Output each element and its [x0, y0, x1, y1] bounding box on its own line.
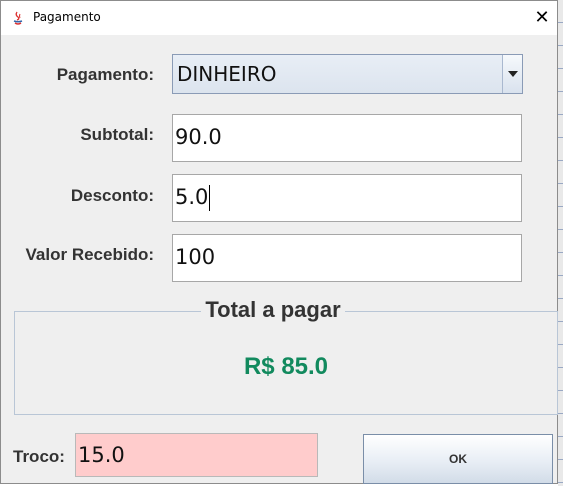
pagamento-select[interactable]: DINHEIRO [172, 54, 523, 94]
subtotal-value: 90.0 [175, 125, 222, 149]
desconto-value: 5.0 [175, 185, 209, 209]
title-bar: Pagamento ✕ [1, 1, 557, 35]
chevron-down-icon[interactable] [502, 55, 522, 93]
valor-recebido-field[interactable]: 100 [172, 234, 522, 282]
troco-value: 15.0 [78, 443, 125, 467]
desconto-field[interactable]: 5.0 [172, 174, 522, 222]
text-caret [209, 185, 211, 211]
window-title: Pagamento [33, 10, 101, 24]
close-button[interactable]: ✕ [529, 5, 555, 31]
payment-dialog: Pagamento ✕ Pagamento: DINHEIRO Subtotal… [0, 0, 558, 484]
background-window-strip [558, 0, 563, 486]
pagamento-selected-value: DINHEIRO [177, 62, 277, 86]
subtotal-label: Subtotal: [80, 125, 154, 144]
valor-recebido-value: 100 [175, 245, 216, 269]
desconto-label: Desconto: [70, 186, 154, 205]
subtotal-field[interactable]: 90.0 [172, 114, 522, 162]
troco-field[interactable]: 15.0 [75, 433, 318, 477]
ok-button[interactable]: OK [363, 434, 553, 484]
pagamento-label: Pagamento: [56, 65, 154, 84]
troco-label: Troco: [13, 447, 65, 466]
valor-recebido-label: Valor Recebido: [25, 245, 154, 264]
java-icon [13, 11, 23, 25]
total-title: Total a pagar [1, 297, 545, 323]
total-value: R$ 85.0 [243, 353, 329, 380]
